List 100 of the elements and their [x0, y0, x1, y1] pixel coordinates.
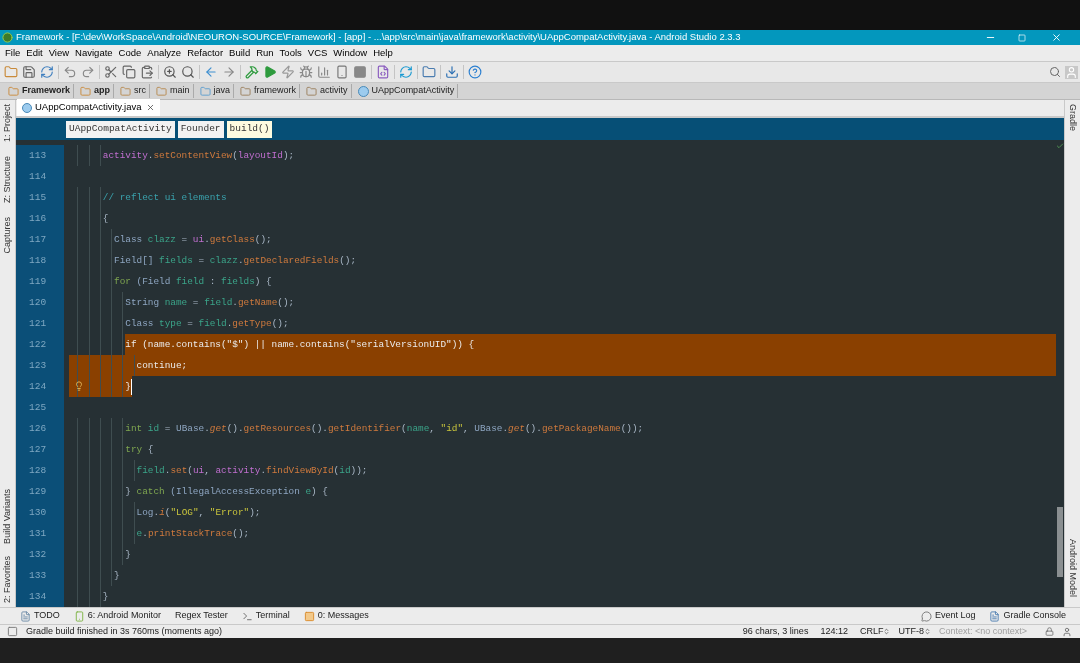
breadcrumb-item[interactable]: activity [303, 84, 352, 98]
replace-icon[interactable] [181, 65, 195, 79]
line-number: 115 [16, 187, 64, 208]
breadcrumb-item[interactable]: app [77, 84, 115, 98]
structure-crumb[interactable]: build() [226, 120, 273, 138]
structure-crumb[interactable]: Founder [177, 120, 224, 138]
menu-item[interactable]: Tools [276, 45, 305, 61]
save-icon[interactable] [22, 65, 36, 79]
device-icon[interactable] [335, 65, 349, 79]
tool-window-button[interactable]: TODO [20, 609, 60, 623]
avd-icon[interactable] [376, 65, 390, 79]
tool-window-button[interactable]: Captures [0, 217, 19, 254]
line-number: 130 [16, 502, 64, 523]
profiler-icon[interactable] [317, 65, 331, 79]
menu-item[interactable]: VCS [304, 45, 331, 61]
breadcrumb-item[interactable]: src [117, 84, 151, 98]
breadcrumb-item[interactable]: java [196, 84, 235, 98]
menu-item[interactable]: Analyze [144, 45, 185, 61]
undo-icon[interactable] [63, 65, 77, 79]
line-number: 122 [16, 334, 64, 355]
code-line: { [69, 208, 109, 229]
code-line: Class clazz = ui.getClass(); [69, 229, 272, 250]
breadcrumb-item[interactable]: framework [237, 84, 301, 98]
breadcrumb-item[interactable]: UAppCompatActivity [354, 84, 459, 98]
menu-item[interactable]: Edit [23, 45, 46, 61]
menu-item[interactable]: Build [226, 45, 254, 61]
line-number: 113 [16, 145, 64, 166]
lightning-icon[interactable] [281, 65, 295, 79]
line-number: 133 [16, 565, 64, 586]
menu-item[interactable]: Navigate [72, 45, 116, 61]
menu-item[interactable]: Help [370, 45, 396, 61]
tool-window-button[interactable]: Android Model [1061, 538, 1080, 597]
line-number: 134 [16, 586, 64, 607]
editor-tab[interactable]: UAppCompatActivity.java [17, 99, 161, 116]
status-text[interactable]: 124:12 [820, 624, 848, 639]
menu-item[interactable]: Window [330, 45, 371, 61]
structure-crumb[interactable]: UAppCompatActivity [66, 120, 175, 138]
search-icon[interactable] [1049, 66, 1061, 78]
line-number: 117 [16, 229, 64, 250]
redo-icon[interactable] [81, 65, 95, 79]
status-selector[interactable]: CRLF [859, 624, 891, 639]
line-number: 124 [16, 376, 64, 397]
up-down-icon [923, 628, 931, 635]
hammer-icon[interactable] [245, 65, 259, 79]
folder-icon [156, 85, 168, 97]
tool-window-button[interactable]: Gradle Console [989, 609, 1066, 623]
console-icon [989, 610, 1001, 622]
menu-item[interactable]: Run [253, 45, 277, 61]
back-icon[interactable] [204, 65, 218, 79]
status-text[interactable]: 96 chars, 3 lines [742, 624, 809, 639]
scissors-icon[interactable] [104, 65, 118, 79]
forward-icon[interactable] [222, 65, 236, 79]
help-icon[interactable] [468, 65, 482, 79]
gradle-sync-icon[interactable] [399, 65, 413, 79]
menu-item[interactable]: View [45, 45, 73, 61]
tool-window-button[interactable]: 6: Android Monitor [73, 609, 161, 623]
find-icon[interactable] [163, 65, 177, 79]
tool-window-button[interactable]: 1: Project [0, 104, 19, 143]
lock-icon[interactable] [1045, 627, 1054, 636]
restore-icon[interactable] [1018, 33, 1026, 42]
menu-item[interactable]: Refactor [184, 45, 227, 61]
tool-window-button[interactable]: Build Variants [0, 489, 19, 544]
close-icon[interactable] [146, 103, 156, 112]
sync-icon[interactable] [40, 65, 54, 79]
line-number: 123 [16, 355, 64, 376]
structure-icon[interactable] [422, 65, 436, 79]
status-selector[interactable]: UTF-8 [898, 624, 931, 639]
menu-item[interactable]: File [2, 45, 24, 61]
close-icon[interactable] [1051, 32, 1062, 43]
user-icon[interactable] [1065, 65, 1078, 79]
lightbulb-icon[interactable] [74, 381, 84, 391]
code-line: try { [69, 439, 154, 460]
tool-window-button[interactable]: 2: Favorites [0, 555, 19, 603]
tool-window-button[interactable]: Gradle [1061, 104, 1080, 131]
copy-icon[interactable] [122, 65, 136, 79]
inspector-icon[interactable] [1062, 626, 1072, 637]
sdk-icon[interactable] [445, 65, 459, 79]
todo-icon [20, 610, 31, 622]
code-line: } [69, 565, 120, 586]
run-icon[interactable] [263, 65, 277, 79]
paste-icon[interactable] [140, 65, 154, 79]
open-folder-icon[interactable] [4, 65, 18, 79]
tool-window-button[interactable]: Regex Tester [174, 609, 228, 623]
tool-window-button[interactable]: Z: Structure [0, 156, 19, 204]
stop-icon[interactable] [353, 65, 367, 79]
tool-window-button[interactable]: Event Log [920, 609, 976, 623]
line-number: 127 [16, 439, 64, 460]
bug-icon[interactable] [299, 65, 313, 79]
code-line: String name = field.getName(); [69, 292, 295, 313]
tool-window-button[interactable]: Terminal [241, 609, 290, 623]
messages-icon [303, 610, 315, 622]
breadcrumb-item[interactable]: Framework [5, 84, 75, 98]
menu-item[interactable]: Code [115, 45, 145, 61]
scrollbar-thumb[interactable] [1057, 507, 1063, 577]
app-logo-icon [2, 32, 13, 43]
breadcrumb-item[interactable]: main [153, 84, 194, 98]
tool-windows-icon[interactable] [7, 626, 18, 637]
terminal-icon [241, 610, 253, 622]
tool-window-button[interactable]: 0: Messages [303, 609, 369, 623]
code-line: int id = UBase.get().getResources().getIdentifier(name, "id", UBase.get().getPackageName()); [69, 418, 644, 439]
